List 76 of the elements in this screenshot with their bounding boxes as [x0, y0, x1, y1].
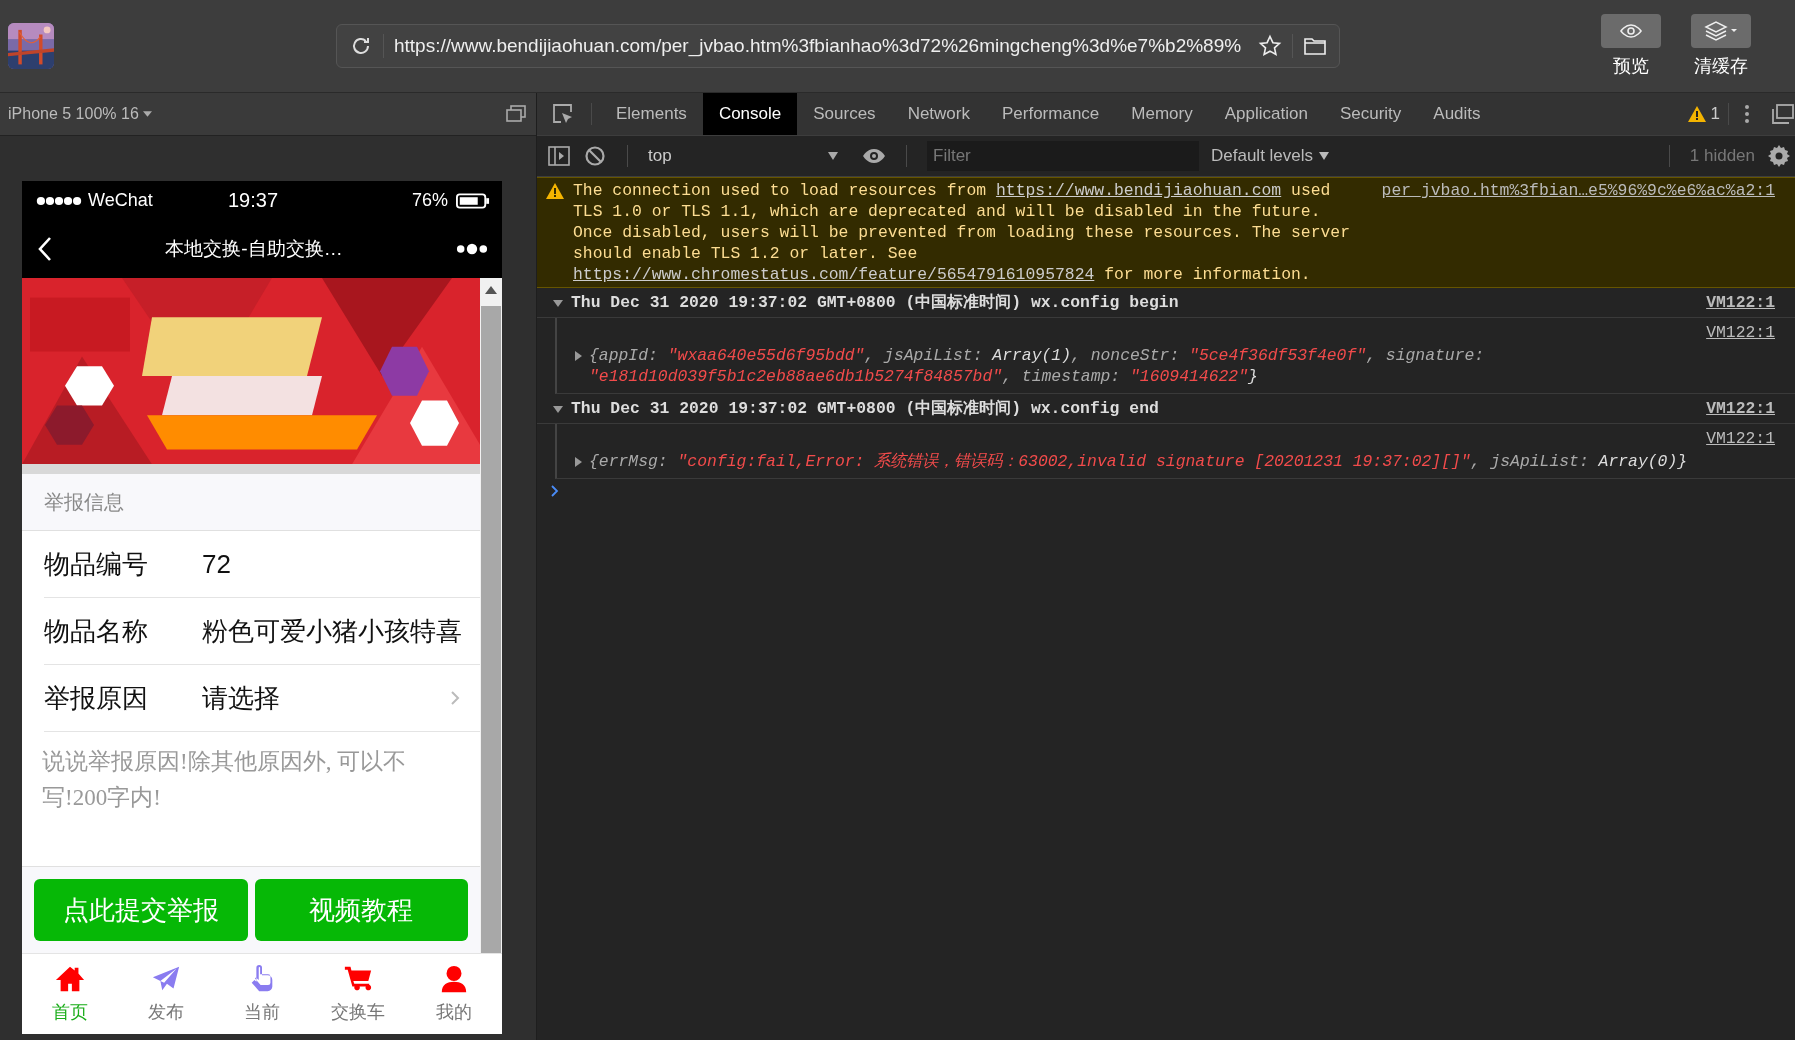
- preview-button[interactable]: [1601, 14, 1661, 48]
- expand-toggle-icon[interactable]: [573, 351, 583, 361]
- status-time: 19:37: [228, 189, 280, 212]
- battery-icon: [456, 192, 490, 209]
- devtools-tab[interactable]: Audits: [1417, 93, 1497, 135]
- section-title: 举报信息: [44, 489, 124, 515]
- field-value: 粉色可爱小猪小孩特喜: [202, 614, 463, 648]
- source-link[interactable]: per_jvbao.htm%3fbian…e5%96%9c%e6%ac%a2:1: [1381, 180, 1775, 285]
- field-value: 72: [202, 548, 232, 580]
- hidden-count: 1 hidden: [1689, 146, 1755, 166]
- context-selector[interactable]: top: [648, 146, 850, 166]
- field-value: 请选择: [202, 681, 281, 715]
- battery-percent: 76%: [411, 190, 448, 211]
- clear-console-icon[interactable]: [583, 144, 607, 168]
- devtools-tab[interactable]: Performance: [986, 93, 1116, 135]
- device-selector[interactable]: iPhone 5 100% 16: [8, 105, 152, 123]
- expand-toggle-icon[interactable]: [573, 457, 583, 467]
- warning-count[interactable]: 1: [1710, 104, 1720, 124]
- field-label: 物品名称: [44, 614, 149, 648]
- expand-toggle-icon[interactable]: [553, 403, 563, 414]
- carrier-name: WeChat: [88, 190, 154, 211]
- caret-icon: [828, 152, 838, 160]
- tab-item[interactable]: 交换车: [310, 954, 406, 1034]
- link[interactable]: https://www.bendijiaohuan.com: [995, 181, 1282, 200]
- source-link[interactable]: VM122:1: [1706, 398, 1775, 419]
- tab-label: 发布: [148, 1001, 184, 1024]
- source-link[interactable]: VM122:1: [1706, 292, 1775, 313]
- field-label: 物品编号: [44, 547, 149, 581]
- devtools-tab[interactable]: Network: [891, 93, 986, 135]
- group-title: Thu Dec 31 2020 19:37:02 GMT+0800 (中国标准时间) wx.config end: [571, 398, 1160, 419]
- devtools-tab[interactable]: Sources: [797, 93, 892, 135]
- devtools-tab[interactable]: Elements: [600, 93, 703, 135]
- object-preview: {errMsg: "config:fail,Error: 系统错误，错误码：63002,invalid signature [20201231 19:37:02][]", jsApiList: Array(0)}: [589, 451, 1688, 472]
- devtools-tab[interactable]: Security: [1323, 93, 1418, 135]
- source-link[interactable]: VM122:1: [1706, 429, 1775, 448]
- scroll-up-icon[interactable]: [485, 286, 497, 294]
- toolbar-button-label: 清缓存: [1694, 55, 1748, 78]
- warning-text: The connection used to load resources from https://www.bendijiaohuan.com used TLS 1.0 or TLS 1.1, which are deprecated and will be disabled in the future. Once disabled, users will be prevented from loading these resources. The server should enable TLS 1.2 or later. See https://www.chromestatus.com/feature/5654791610957824 for more information.: [573, 180, 1352, 285]
- object-preview: {appId: "wxaa640e55d6f95bdd", jsApiList: Array(1), nonceStr: "5ce4f36df53f4e0f", signature: "e181d10d039f5b1c2eb88ae6db1b5274f84857bd", timestamp: "1609414622"}: [589, 345, 1486, 387]
- warning-icon: [1686, 104, 1707, 124]
- settings-icon[interactable]: [1767, 144, 1791, 168]
- star-icon[interactable]: [1258, 34, 1282, 58]
- group-title: Thu Dec 31 2020 19:37:02 GMT+0800 (中国标准时间) wx.config begin: [571, 292, 1180, 313]
- sidebar-icon[interactable]: [547, 144, 571, 168]
- devtools-tab[interactable]: Application: [1208, 93, 1324, 135]
- toolbar-button-label: 预览: [1613, 55, 1649, 78]
- layers-icon: [1704, 19, 1738, 43]
- devtools-tab[interactable]: Console: [702, 93, 798, 135]
- tab-item[interactable]: 我的: [406, 954, 502, 1034]
- prompt-icon[interactable]: [551, 485, 559, 497]
- clear-cache-button[interactable]: [1691, 14, 1751, 48]
- expand-toggle-icon[interactable]: [553, 297, 563, 308]
- address-bar[interactable]: https://www.bendijiaohuan.com/per_jvbao.htm%3fbianhao%3d72%26mingcheng%3d%e7%b2%89%: [336, 24, 1340, 68]
- url-text: https://www.bendijiaohuan.com/per_jvbao.htm%3fbianhao%3d72%26mingcheng%3d%e7%b2%89%: [394, 35, 1243, 57]
- devtools-tab[interactable]: Memory: [1115, 93, 1209, 135]
- tab-item[interactable]: 当前: [214, 954, 310, 1034]
- tab-label: 首页: [52, 1001, 88, 1024]
- signal-icon: [36, 195, 82, 206]
- caret-icon: [142, 111, 152, 117]
- levels-dropdown[interactable]: Default levels: [1211, 146, 1330, 166]
- back-icon[interactable]: [38, 236, 52, 262]
- link[interactable]: https://www.chromestatus.com/feature/5654791610957824: [573, 265, 1095, 284]
- tab-label: 我的: [436, 1001, 472, 1024]
- more-icon[interactable]: [456, 243, 488, 255]
- warning-icon: [545, 182, 565, 200]
- tab-label: 当前: [244, 1001, 280, 1024]
- tab-item[interactable]: 发布: [118, 954, 214, 1034]
- chevron-icon: [450, 690, 460, 706]
- field-label: 举报原因: [44, 681, 149, 715]
- tab-label: 交换车: [331, 1001, 385, 1024]
- inspect-icon[interactable]: [551, 102, 575, 126]
- source-link[interactable]: VM122:1: [1706, 323, 1775, 342]
- caret-icon: [1319, 152, 1330, 160]
- page-title: 本地交换-自助交换…: [164, 237, 344, 261]
- undock-icon[interactable]: [1771, 102, 1795, 126]
- filter-field[interactable]: Filter: [927, 141, 1199, 171]
